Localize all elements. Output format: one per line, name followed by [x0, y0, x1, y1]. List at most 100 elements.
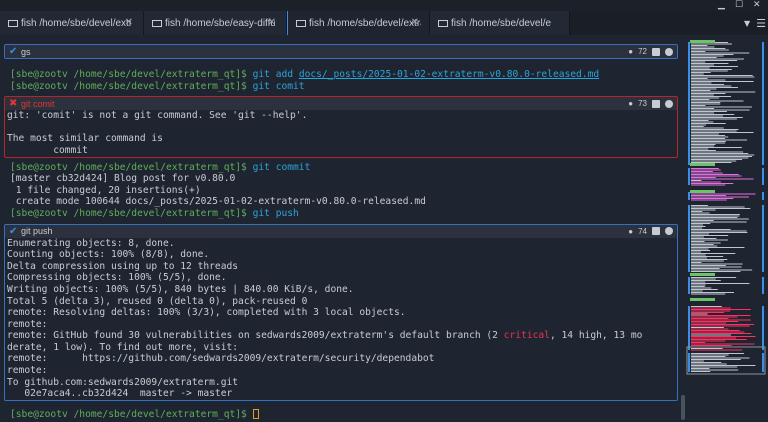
minimap-line: [691, 159, 743, 160]
minimap-line: [691, 312, 725, 313]
close-window-button[interactable]: ✕: [753, 0, 761, 10]
minimap-line: [691, 214, 740, 215]
minimap-line: [691, 88, 717, 90]
tag-icon: ●: [628, 99, 634, 109]
prompt-line: [sbe@zootv /home/sbe/devel/extraterm_qt]…: [10, 69, 600, 80]
minimap-line: [691, 57, 717, 58]
close-frame-icon[interactable]: [665, 47, 673, 56]
frame-header: ✖ git comit ● 73: [5, 97, 677, 111]
minimap-line: [691, 99, 710, 100]
output-line: derate, 1 low). To find out more, visit:: [7, 341, 239, 353]
minimap-line: [691, 124, 706, 126]
minimap-line: [691, 325, 750, 327]
output-line: remote: https://github.com/sedwards2009/…: [7, 353, 435, 365]
tab-3[interactable]: fish /home/sbe/devel/extraterm_qt✕: [287, 11, 430, 35]
minimap-line: [691, 211, 703, 212]
minimap-line: [691, 58, 744, 60]
minimap-line: [691, 168, 719, 169]
minimap-prompt: [690, 163, 715, 166]
minimap-line: [691, 48, 726, 49]
minimap-line: [691, 215, 740, 217]
title-bar: ▁ ☐ ✕: [0, 0, 768, 11]
output-line: remote: Resolving deltas: 100% (3/3), co…: [7, 307, 406, 319]
close-tab-icon[interactable]: ✕: [125, 17, 133, 28]
minimap-frame-border: [688, 353, 690, 372]
minimap-line: [691, 96, 732, 97]
minimap-line: [691, 141, 726, 142]
minimap-line: [691, 271, 741, 272]
minimap-line: [691, 51, 706, 52]
terminal-output: ✔ gs ● 72 [sbe@zootv /home/sbe/devel/extra…: [4, 40, 678, 420]
minimap-line: [691, 153, 749, 154]
minimap-line: [691, 157, 749, 159]
minimap-line: [691, 66, 738, 67]
scrollbar-thumb[interactable]: [681, 395, 685, 420]
maximize-button[interactable]: ☐: [735, 0, 743, 10]
menu-icon[interactable]: ☰: [756, 17, 766, 30]
minimap-line: [691, 319, 751, 321]
minimap-line: [691, 316, 738, 318]
minimap-line: [691, 229, 731, 230]
minimap-line: [691, 183, 734, 184]
minimap-line: [691, 368, 710, 369]
minimap-line: [691, 269, 753, 271]
expand-icon[interactable]: [652, 99, 660, 108]
minimap-prompt: [690, 273, 715, 276]
output-line: Counting objects: 100% (8/8), done.: [7, 249, 210, 261]
minimap-line: [691, 265, 726, 266]
minimize-button[interactable]: ▁: [718, 0, 725, 10]
minimap-frame-border: [688, 306, 690, 350]
minimap-line: [691, 46, 715, 48]
minimap-line: [691, 259, 728, 260]
minimap[interactable]: [686, 40, 766, 375]
minimap-line: [691, 70, 728, 72]
minimap-line: [691, 103, 721, 105]
minimap-line: [691, 235, 729, 236]
minimap-line: [691, 118, 737, 120]
minimap-line: [691, 97, 720, 99]
minimap-line: [691, 64, 714, 66]
minimap-line: [691, 309, 751, 310]
expand-icon[interactable]: [652, 227, 660, 236]
minimap-line: [691, 63, 729, 64]
output-line: git: 'comit' is not a git command. See '…: [7, 110, 308, 122]
tab-2[interactable]: fish /home/sbe/easy-diffusion/models✕: [144, 11, 287, 35]
minimap-line: [691, 342, 706, 343]
minimap-line: [691, 112, 714, 114]
close-tab-icon[interactable]: ✕: [411, 17, 419, 28]
close-frame-icon[interactable]: [665, 227, 673, 236]
expand-icon[interactable]: [652, 47, 660, 56]
minimap-line: [691, 60, 738, 61]
minimap-frame-border: [762, 205, 764, 272]
file-link[interactable]: docs/_posts/2025-01-02-extraterm-v0.80.0…: [299, 69, 599, 80]
command-frame-git-push: ✔ git push ● 74 Enumerating objects: 8, do…: [4, 223, 678, 401]
minimap-prompt: [690, 298, 715, 301]
close-tab-icon[interactable]: ✕: [268, 17, 276, 28]
minimap-prompt: [690, 190, 715, 193]
minimap-line: [691, 221, 747, 223]
tab-4[interactable]: fish /home/sbe/devel/extraterm_qt: [430, 11, 570, 35]
minimap-line: [691, 120, 709, 121]
minimap-line: [691, 193, 756, 195]
tab-tools: ▼ ☰: [739, 11, 766, 35]
tab-1[interactable]: fish /home/sbe/devel/extraterm_qt✕: [0, 11, 144, 35]
minimap-line: [691, 277, 737, 278]
minimap-line: [691, 330, 740, 331]
command-frame-git-comit: ✖ git comit ● 73 git: 'comit' is not a git…: [4, 96, 678, 158]
minimap-line: [691, 145, 715, 147]
minimap-line: [691, 359, 741, 360]
tag-icon: ●: [628, 47, 634, 56]
minimap-line: [691, 67, 710, 69]
minimap-frame-border: [688, 168, 690, 185]
output-line: commit: [7, 144, 88, 156]
close-frame-icon[interactable]: [665, 99, 673, 108]
minimap-line: [691, 79, 726, 81]
minimap-line: [691, 253, 736, 254]
minimap-line: [691, 133, 719, 135]
minimap-frame-border: [762, 42, 764, 165]
minimap-line: [691, 220, 714, 221]
minimap-prompt: [690, 40, 715, 43]
minimap-line: [691, 334, 731, 336]
minimap-line: [691, 94, 714, 96]
tab-list-dropdown-icon[interactable]: ▼: [744, 19, 750, 28]
